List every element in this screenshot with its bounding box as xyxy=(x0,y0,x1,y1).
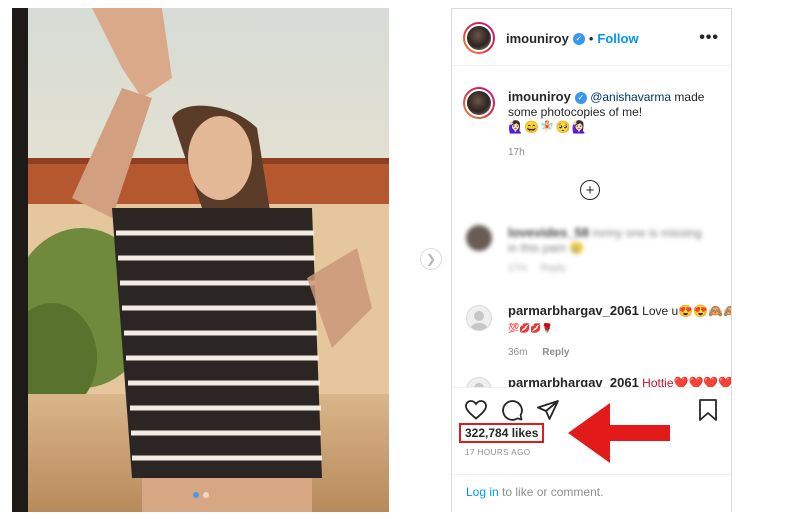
chevron-right-icon: ❯ xyxy=(425,252,437,266)
comment-username[interactable]: parmarbhargav_2061 xyxy=(508,375,639,387)
bookmark-icon[interactable] xyxy=(697,398,719,427)
comment-avatar[interactable] xyxy=(466,305,492,331)
load-more-label: + xyxy=(585,181,595,199)
comment-text: parmarbhargav_2061 Hottie❤️❤️❤️❤️ xyxy=(508,375,731,387)
instagram-post-view: ❯ imouniroy ✓ • Follow ••• imouniroy ✓ @a… xyxy=(0,0,800,519)
comment-row-blurred: lovevides_58 mrmy one is missing in this… xyxy=(452,217,731,279)
comment-avatar[interactable] xyxy=(466,225,492,251)
caption-emojis: 🙋🏻‍♀️😄🧚🏻🥺🙋🏻‍♀️ xyxy=(508,120,588,134)
post-photo[interactable] xyxy=(12,8,389,512)
action-bar xyxy=(464,398,560,422)
post-photo-illustration xyxy=(12,8,389,512)
caption-time: 17h xyxy=(508,147,525,158)
verified-badge-icon: ✓ xyxy=(574,91,587,104)
caption-mention[interactable]: @anishavarma xyxy=(590,90,671,104)
likes-count[interactable]: 322,784 likes xyxy=(465,426,538,440)
comment-meta: 36m Reply xyxy=(508,347,569,358)
comment-time: 36m xyxy=(508,347,528,358)
comment-username[interactable]: parmarbhargav_2061 xyxy=(508,303,639,318)
comment-text: lovevides_58 mrmy one is missing in this… xyxy=(508,225,702,255)
heart-icon[interactable] xyxy=(464,398,488,422)
comment-body: Hottie❤️❤️❤️❤️ xyxy=(642,376,731,387)
login-prompt: Log in to like or comment. xyxy=(452,474,731,499)
caption-avatar[interactable] xyxy=(463,87,495,119)
header-username[interactable]: imouniroy xyxy=(506,31,569,46)
caption-text: imouniroy ✓ @anishavarma made some photoc… xyxy=(508,89,708,135)
comment-meta: 17m Reply xyxy=(508,263,566,274)
login-prompt-text: to like or comment. xyxy=(502,485,604,499)
red-arrow-icon xyxy=(568,403,670,463)
caption-username[interactable]: imouniroy xyxy=(508,89,571,104)
post-time-ago: 17 HOURS AGO xyxy=(465,448,531,457)
follow-button[interactable]: Follow xyxy=(597,31,638,46)
carousel-dot-active[interactable] xyxy=(192,492,199,498)
comment-icon[interactable] xyxy=(500,398,524,422)
reply-button[interactable]: Reply xyxy=(542,347,569,358)
separator-dot: • xyxy=(588,31,594,46)
more-options-icon[interactable]: ••• xyxy=(699,29,719,47)
avatar[interactable] xyxy=(463,22,495,54)
share-icon[interactable] xyxy=(536,398,560,422)
comment-text: parmarbhargav_2061 Love u😍😍🙈🙈 xyxy=(508,303,731,319)
login-link[interactable]: Log in xyxy=(466,485,499,499)
comment-avatar[interactable] xyxy=(466,377,492,387)
next-slide-button[interactable]: ❯ xyxy=(420,248,442,270)
comments-area[interactable]: imouniroy ✓ @anishavarma made some photoc… xyxy=(452,67,731,387)
carousel-dots xyxy=(12,492,389,498)
likes-count-highlight: 322,784 likes xyxy=(459,423,545,443)
verified-badge-icon: ✓ xyxy=(572,32,585,45)
comment-emojis: 💯💋💋🌹 xyxy=(508,323,553,333)
plus-circle-icon[interactable]: + xyxy=(580,180,600,200)
comment-body: Love u😍😍🙈🙈 xyxy=(642,304,731,318)
carousel-dot[interactable] xyxy=(202,492,209,498)
post-header: imouniroy ✓ • Follow ••• xyxy=(452,9,731,66)
